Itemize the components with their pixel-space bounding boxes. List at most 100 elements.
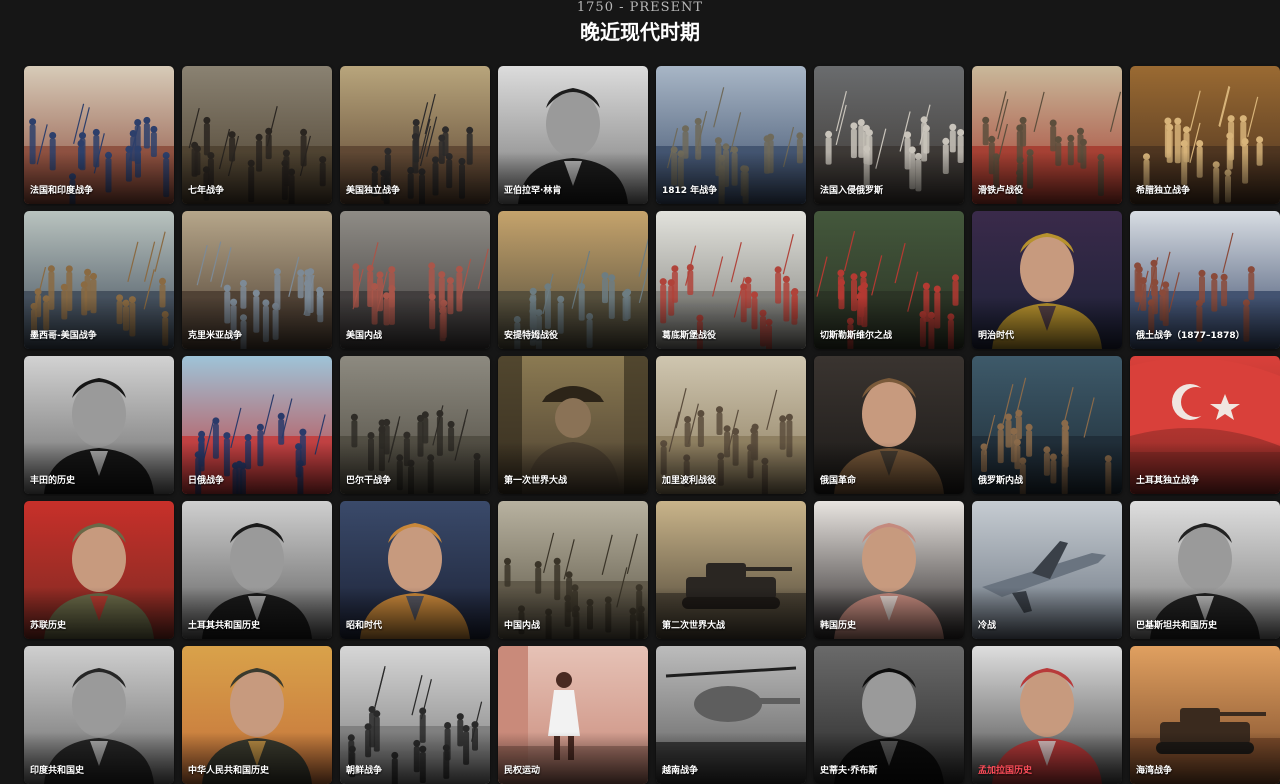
topic-card-shade bbox=[814, 297, 964, 349]
topic-card[interactable]: 昭和时代 bbox=[340, 501, 490, 639]
topic-card[interactable]: 巴尔干战争 bbox=[340, 356, 490, 494]
topic-card-shade bbox=[182, 442, 332, 494]
topic-card-shade bbox=[814, 587, 964, 639]
topic-card-label: 七年战争 bbox=[188, 186, 225, 196]
topic-card-label: 希腊独立战争 bbox=[1136, 186, 1191, 196]
era-title: 晚近现代时期 bbox=[580, 20, 700, 44]
topic-card[interactable]: 俄罗斯内战 bbox=[972, 356, 1122, 494]
topic-card-shade bbox=[24, 297, 174, 349]
topic-card-shade bbox=[498, 152, 648, 204]
topic-card[interactable]: 孟加拉国历史 bbox=[972, 646, 1122, 784]
topic-card-shade bbox=[1130, 152, 1280, 204]
topic-card-shade bbox=[24, 732, 174, 784]
topic-card-label: 土耳其共和国历史 bbox=[188, 621, 261, 631]
topic-card[interactable]: 中华人民共和国历史 bbox=[182, 646, 332, 784]
topic-card-shade bbox=[340, 297, 490, 349]
topic-card-label: 葛底斯堡战役 bbox=[662, 331, 717, 341]
topic-card-shade bbox=[182, 587, 332, 639]
topic-card[interactable]: 韩国历史 bbox=[814, 501, 964, 639]
topic-card[interactable]: 第一次世界大战 bbox=[498, 356, 648, 494]
topic-card-label: 史蒂夫·乔布斯 bbox=[820, 766, 878, 776]
topic-card-label: 巴基斯坦共和国历史 bbox=[1136, 621, 1218, 631]
topic-card[interactable]: 法国入侵俄罗斯 bbox=[814, 66, 964, 204]
topic-card-label: 海湾战争 bbox=[1136, 766, 1173, 776]
topic-card-shade bbox=[1130, 732, 1280, 784]
topic-card-shade bbox=[24, 152, 174, 204]
topic-card-shade bbox=[498, 732, 648, 784]
topic-card-shade bbox=[972, 442, 1122, 494]
topic-card-label: 昭和时代 bbox=[346, 621, 383, 631]
topic-card-shade bbox=[972, 297, 1122, 349]
topic-card-label: 韩国历史 bbox=[820, 621, 857, 631]
topic-card-shade bbox=[182, 152, 332, 204]
topic-card[interactable]: 丰田的历史 bbox=[24, 356, 174, 494]
topic-card[interactable]: 海湾战争 bbox=[1130, 646, 1280, 784]
topic-card-shade bbox=[814, 152, 964, 204]
topic-card[interactable]: 土耳其独立战争 bbox=[1130, 356, 1280, 494]
topic-card[interactable]: 1812 年战争 bbox=[656, 66, 806, 204]
topic-card-shade bbox=[340, 442, 490, 494]
topic-card-label: 苏联历史 bbox=[30, 621, 67, 631]
topic-card[interactable]: 克里米亚战争 bbox=[182, 211, 332, 349]
topic-card[interactable]: 滑铁卢战役 bbox=[972, 66, 1122, 204]
topic-card[interactable]: 民权运动 bbox=[498, 646, 648, 784]
topic-card-shade bbox=[656, 587, 806, 639]
topic-card[interactable]: 明治时代 bbox=[972, 211, 1122, 349]
topic-card[interactable]: 美国内战 bbox=[340, 211, 490, 349]
topic-card-shade bbox=[972, 587, 1122, 639]
topic-card[interactable]: 苏联历史 bbox=[24, 501, 174, 639]
topic-grid: 法国和印度战争 七年战争 美国独立战争 亚伯拉罕·林肯 1812 年战争 法国入侵俄罗斯 滑… bbox=[24, 66, 1280, 784]
topic-card[interactable]: 巴基斯坦共和国历史 bbox=[1130, 501, 1280, 639]
topic-card[interactable]: 希腊独立战争 bbox=[1130, 66, 1280, 204]
topic-card-label: 俄土战争（1877–1878） bbox=[1136, 331, 1245, 341]
topic-card-label: 巴尔干战争 bbox=[346, 476, 392, 486]
topic-card[interactable]: 中国内战 bbox=[498, 501, 648, 639]
topic-card-shade bbox=[498, 587, 648, 639]
topic-card[interactable]: 朝鲜战争 bbox=[340, 646, 490, 784]
topic-card[interactable]: 七年战争 bbox=[182, 66, 332, 204]
topic-card-shade bbox=[1130, 587, 1280, 639]
topic-card-label: 日俄战争 bbox=[188, 476, 225, 486]
topic-card-label: 美国独立战争 bbox=[346, 186, 401, 196]
topic-card-shade bbox=[24, 442, 174, 494]
topic-card-shade bbox=[656, 152, 806, 204]
topic-card-shade bbox=[972, 732, 1122, 784]
topic-card[interactable]: 法国和印度战争 bbox=[24, 66, 174, 204]
topic-card-shade bbox=[814, 442, 964, 494]
topic-card[interactable]: 第二次世界大战 bbox=[656, 501, 806, 639]
topic-card[interactable]: 冷战 bbox=[972, 501, 1122, 639]
topic-card[interactable]: 越南战争 bbox=[656, 646, 806, 784]
topic-card-shade bbox=[182, 297, 332, 349]
topic-card-shade bbox=[498, 297, 648, 349]
topic-card-label: 墨西哥-美国战争 bbox=[30, 331, 97, 341]
topic-card-label: 中国内战 bbox=[504, 621, 541, 631]
topic-card[interactable]: 俄土战争（1877–1878） bbox=[1130, 211, 1280, 349]
topic-card[interactable]: 亚伯拉罕·林肯 bbox=[498, 66, 648, 204]
topic-card-label: 法国入侵俄罗斯 bbox=[820, 186, 884, 196]
topic-card-shade bbox=[972, 152, 1122, 204]
topic-card[interactable]: 切斯勒斯维尔之战 bbox=[814, 211, 964, 349]
topic-card[interactable]: 安提特姆战役 bbox=[498, 211, 648, 349]
topic-card[interactable]: 印度共和国史 bbox=[24, 646, 174, 784]
topic-card[interactable]: 土耳其共和国历史 bbox=[182, 501, 332, 639]
topic-card-label: 美国内战 bbox=[346, 331, 383, 341]
topic-card[interactable]: 俄国革命 bbox=[814, 356, 964, 494]
topic-card-shade bbox=[656, 732, 806, 784]
topic-card-label: 切斯勒斯维尔之战 bbox=[820, 331, 893, 341]
topic-card-label: 民权运动 bbox=[504, 766, 541, 776]
topic-card[interactable]: 墨西哥-美国战争 bbox=[24, 211, 174, 349]
topic-card-shade bbox=[24, 587, 174, 639]
topic-card[interactable]: 加里波利战役 bbox=[656, 356, 806, 494]
topic-card[interactable]: 葛底斯堡战役 bbox=[656, 211, 806, 349]
topic-card-label: 法国和印度战争 bbox=[30, 186, 94, 196]
topic-card-label: 丰田的历史 bbox=[30, 476, 76, 486]
topic-card-label: 俄国革命 bbox=[820, 476, 857, 486]
topic-card-label: 俄罗斯内战 bbox=[978, 476, 1024, 486]
topic-card-shade bbox=[656, 442, 806, 494]
topic-card[interactable]: 美国独立战争 bbox=[340, 66, 490, 204]
era-range: 1750 - PRESENT bbox=[576, 0, 704, 15]
topic-card[interactable]: 日俄战争 bbox=[182, 356, 332, 494]
topic-card-shade bbox=[656, 297, 806, 349]
topic-card-label: 明治时代 bbox=[978, 331, 1015, 341]
topic-card[interactable]: 史蒂夫·乔布斯 bbox=[814, 646, 964, 784]
